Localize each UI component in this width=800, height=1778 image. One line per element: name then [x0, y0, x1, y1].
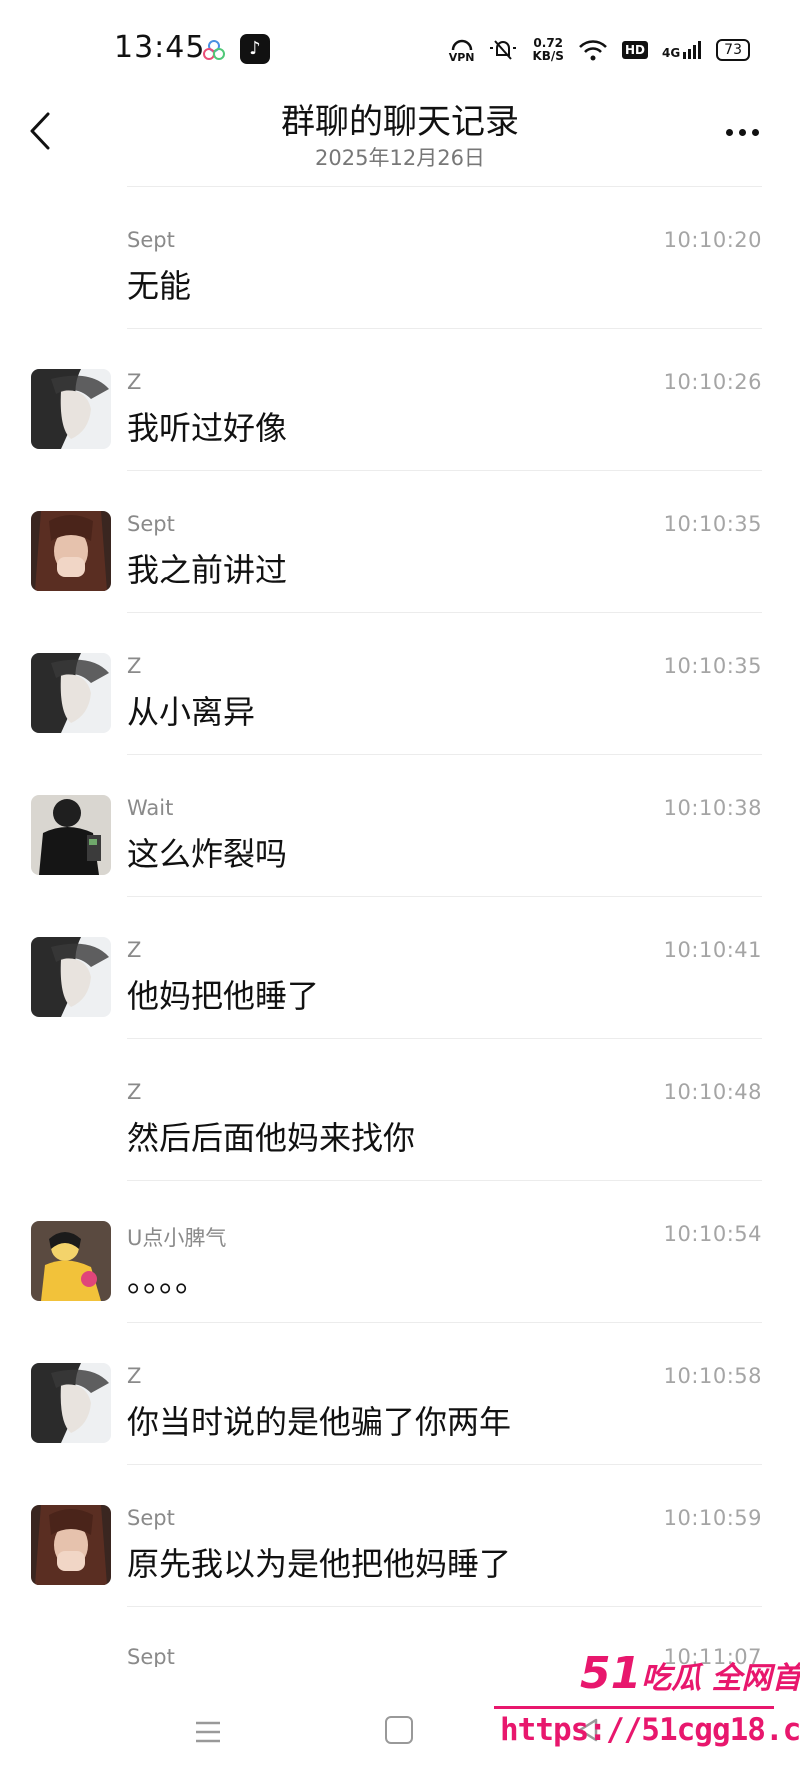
- sender-name: Z: [127, 938, 142, 962]
- message-item[interactable]: Sept 10:10:35 我之前讲过: [0, 471, 800, 613]
- menu-icon[interactable]: [194, 1718, 222, 1746]
- nav-bar: 群聊的聊天记录 2025年12月26日: [0, 92, 800, 190]
- message-time: 10:10:35: [663, 512, 762, 536]
- avatar[interactable]: [31, 653, 111, 733]
- sender-name: Wait: [127, 796, 174, 820]
- sender-name: Sept: [127, 228, 175, 252]
- message-text: 无能: [127, 267, 192, 305]
- message-text: 他妈把他睡了: [127, 977, 320, 1015]
- hd-icon: HD: [621, 41, 648, 59]
- avatar[interactable]: [31, 369, 111, 449]
- status-time: 13:45: [114, 30, 206, 65]
- message-item[interactable]: Z 10:10:48 然后后面他妈来找你: [0, 1039, 800, 1181]
- message-time: 10:10:26: [663, 370, 762, 394]
- message-item[interactable]: U点小脾气 10:10:54 。。。。: [0, 1181, 800, 1323]
- message-time: 10:10:35: [663, 654, 762, 678]
- avatar[interactable]: [31, 937, 111, 1017]
- watermark-brand: 51吃瓜 全网首发: [580, 1648, 800, 1699]
- tiktok-icon: ♪: [240, 34, 270, 64]
- avatar[interactable]: [31, 1363, 111, 1443]
- message-text: 。。。。: [127, 1261, 208, 1299]
- message-list[interactable]: Sept 10:10:20 无能 Z 10:10:26 我听过好像 Sept 10:10:35…: [0, 187, 800, 1667]
- message-time: 10:10:41: [663, 938, 762, 962]
- message-item[interactable]: Z 10:10:58 你当时说的是他骗了你两年: [0, 1323, 800, 1465]
- sender-name: Sept: [127, 1645, 175, 1667]
- status-bar: 13:45 ♪ VPN 0.72 KB/S HD 4G 73: [0, 0, 800, 92]
- sender-name: Z: [127, 370, 142, 394]
- message-text: 然后后面他妈来找你: [127, 1119, 416, 1157]
- sender-name: Z: [127, 1080, 142, 1104]
- message-item[interactable]: Sept 10:10:20 无能: [0, 187, 800, 329]
- message-text: 原先我以为是他把他妈睡了: [127, 1545, 512, 1583]
- battery-icon: 73: [716, 39, 750, 61]
- watermark: 51吃瓜 全网首发 https://51cgg18.com: [490, 1648, 800, 1768]
- message-text: 我之前讲过: [127, 551, 288, 589]
- sender-name: U点小脾气: [127, 1226, 227, 1250]
- message-item[interactable]: Wait 10:10:38 这么炸裂吗: [0, 755, 800, 897]
- sender-name: Sept: [127, 512, 175, 536]
- avatar[interactable]: [31, 1505, 111, 1585]
- signal-icon: 4G: [662, 40, 702, 60]
- message-text: 从小离异: [127, 693, 256, 731]
- more-options-icon[interactable]: [720, 120, 764, 144]
- message-item[interactable]: Z 10:10:26 我听过好像: [0, 329, 800, 471]
- avatar[interactable]: [31, 1221, 111, 1301]
- app-notification-icon: [203, 40, 225, 60]
- avatar[interactable]: [31, 795, 111, 875]
- page-title: 群聊的聊天记录: [281, 102, 519, 142]
- message-time: 10:10:20: [663, 228, 762, 252]
- message-time: 10:10:58: [663, 1364, 762, 1388]
- sender-name: Z: [127, 654, 142, 678]
- mute-bell-icon: [490, 40, 517, 60]
- message-text: 你当时说的是他骗了你两年: [127, 1403, 512, 1441]
- avatar[interactable]: [31, 511, 111, 591]
- watermark-line: [494, 1706, 774, 1709]
- vpn-icon: VPN: [449, 38, 474, 63]
- network-speed: 0.72 KB/S: [532, 36, 564, 63]
- message-text: 我听过好像: [127, 409, 288, 447]
- message-item[interactable]: Z 10:10:41 他妈把他睡了: [0, 897, 800, 1039]
- message-time: 10:10:38: [663, 796, 762, 820]
- wifi-icon: [579, 40, 607, 61]
- page-date: 2025年12月26日: [315, 146, 485, 170]
- message-item[interactable]: Z 10:10:35 从小离异: [0, 613, 800, 755]
- sender-name: Sept: [127, 1506, 175, 1530]
- message-item[interactable]: Sept 10:10:59 原先我以为是他把他妈睡了: [0, 1465, 800, 1607]
- message-time: 10:10:59: [663, 1506, 762, 1530]
- home-icon[interactable]: [385, 1716, 413, 1744]
- watermark-url: https://51cgg18.com: [500, 1712, 800, 1748]
- message-time: 10:10:48: [663, 1080, 762, 1104]
- sender-name: Z: [127, 1364, 142, 1388]
- message-text: 这么炸裂吗: [127, 835, 288, 873]
- message-time: 10:10:54: [663, 1222, 762, 1246]
